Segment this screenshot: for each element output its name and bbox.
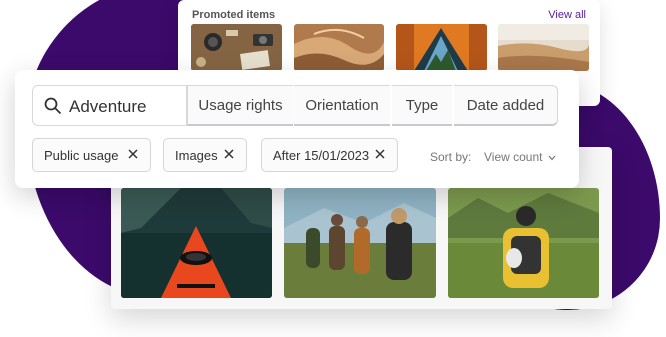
- close-icon[interactable]: [222, 147, 236, 161]
- close-icon[interactable]: [126, 147, 140, 161]
- search-filter-card: Adventure Usage rights Orientation Type …: [15, 70, 579, 188]
- sort-value: View count: [484, 150, 543, 164]
- filter-orientation[interactable]: Orientation: [294, 85, 390, 126]
- promoted-items-title: Promoted items: [192, 9, 276, 21]
- result-image-hikers[interactable]: [284, 188, 436, 298]
- view-all-link[interactable]: View all: [548, 9, 586, 21]
- promoted-thumb-desert[interactable]: [498, 24, 589, 71]
- close-icon[interactable]: [373, 147, 387, 161]
- chip-label: Images: [175, 148, 218, 163]
- promoted-thumb-dunes[interactable]: [294, 24, 384, 71]
- search-icon: [44, 97, 62, 115]
- result-image-kayak[interactable]: [121, 188, 272, 298]
- search-input[interactable]: Adventure: [32, 85, 187, 126]
- search-query: Adventure: [69, 97, 147, 116]
- chip-images: Images: [163, 138, 247, 172]
- promoted-thumb-tent[interactable]: [396, 24, 487, 71]
- promoted-thumb-travel-desk[interactable]: [191, 24, 282, 71]
- chip-date-after: After 15/01/2023: [261, 138, 398, 172]
- filter-type[interactable]: Type: [392, 85, 452, 126]
- sort-label: Sort by:: [430, 150, 472, 164]
- chip-label: Public usage: [44, 148, 119, 163]
- chip-public-usage: Public usage: [32, 138, 151, 172]
- sort-dropdown[interactable]: View count: [484, 150, 556, 164]
- filter-usage-rights[interactable]: Usage rights: [187, 85, 293, 126]
- chip-label: After 15/01/2023: [273, 148, 370, 163]
- result-image-backpacker[interactable]: [448, 188, 599, 298]
- chevron-down-icon: [548, 155, 556, 161]
- filter-date-added[interactable]: Date added: [454, 85, 558, 126]
